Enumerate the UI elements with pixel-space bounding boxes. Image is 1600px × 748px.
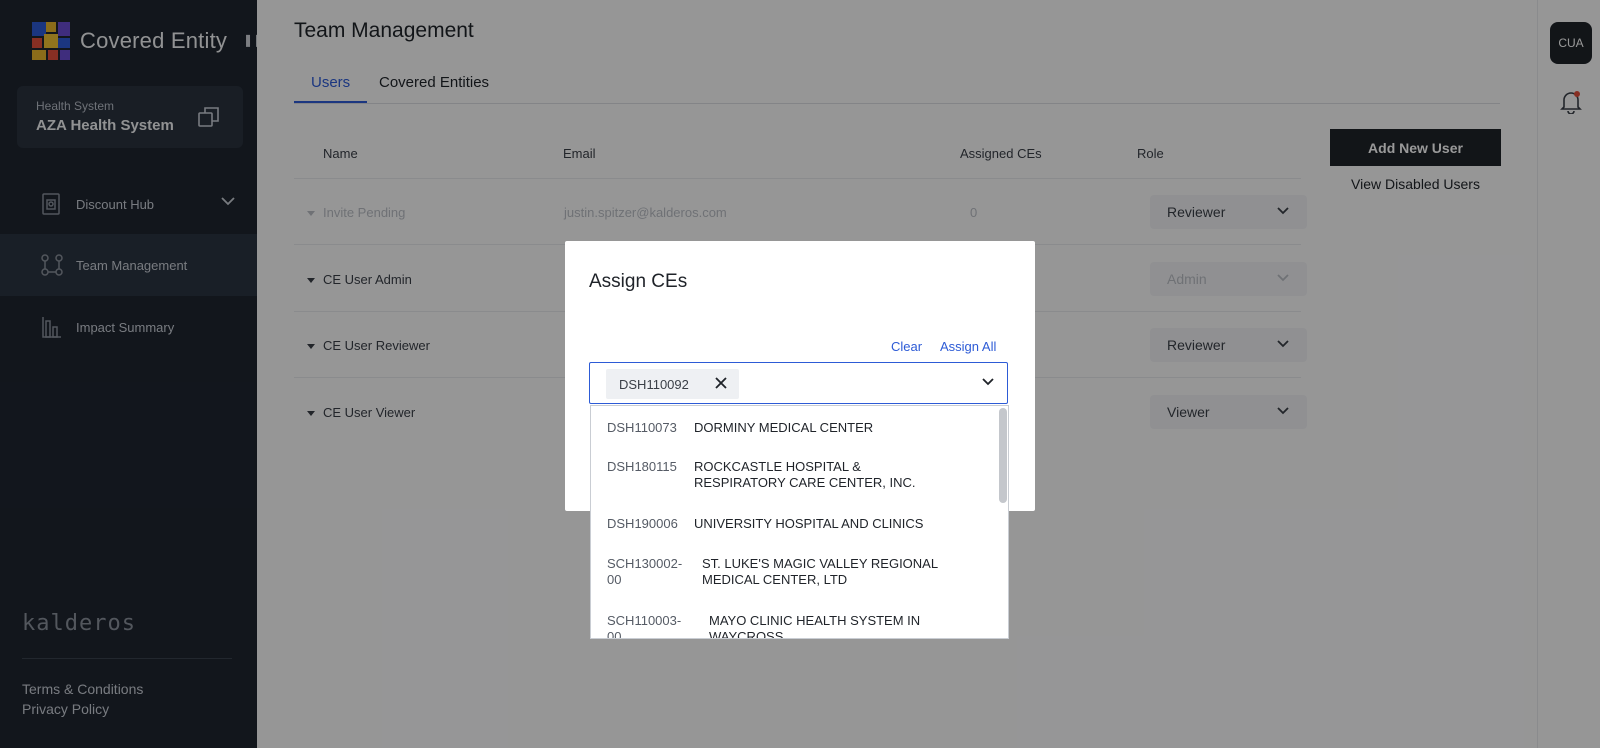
ce-name: UNIVERSITY HOSPITAL AND CLINICS: [694, 516, 924, 531]
modal-title: Assign CEs: [589, 271, 688, 292]
ce-name: ST. LUKE'S MAGIC VALLEY REGIONAL MEDICAL…: [702, 556, 938, 587]
ce-name: DORMINY MEDICAL CENTER: [694, 420, 874, 435]
assign-all-button[interactable]: Assign All: [940, 339, 996, 354]
ce-name: MAYO CLINIC HEALTH SYSTEM IN WAYCROSS: [709, 613, 921, 639]
clear-button[interactable]: Clear: [891, 339, 922, 354]
ce-multiselect[interactable]: DSH110092: [589, 362, 1008, 404]
ce-id: DSH190006: [607, 516, 678, 531]
selected-ce-chip: DSH110092: [606, 369, 739, 399]
ce-options-list: DSH110073 DORMINY MEDICAL CENTER DSH1801…: [590, 405, 1009, 639]
ce-id: DSH110073: [607, 420, 677, 435]
chip-label: DSH110092: [619, 377, 689, 392]
ce-id: DSH180115: [607, 459, 677, 474]
ce-id: SCH130002-00: [607, 556, 683, 587]
close-icon[interactable]: [714, 376, 728, 390]
ce-name: ROCKCASTLE HOSPITAL & RESPIRATORY CARE C…: [694, 459, 916, 490]
scrollbar[interactable]: [999, 408, 1007, 503]
chevron-down-icon[interactable]: [982, 378, 994, 386]
ce-id: SCH110003-00: [607, 613, 682, 639]
